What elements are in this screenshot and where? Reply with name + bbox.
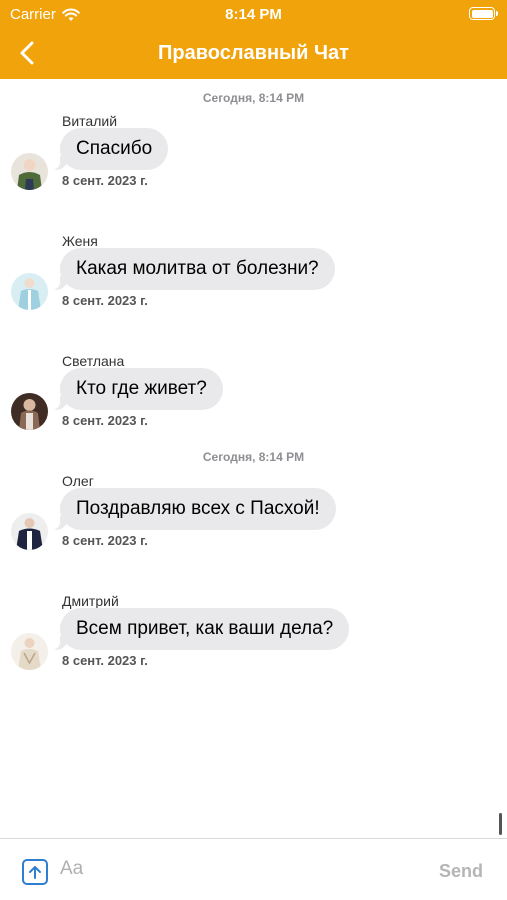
- chat-list[interactable]: Сегодня, 8:14 PM Виталий Спасибо 8 сент.…: [0, 79, 507, 838]
- message-row: Дмитрий Всем привет, как ваши дела? 8 се…: [0, 593, 507, 683]
- message-timestamp: 8 сент. 2023 г.: [62, 533, 148, 548]
- page-title: Православный Чат: [158, 42, 349, 64]
- input-bar: Send: [0, 838, 507, 900]
- upload-arrow-icon: [29, 866, 41, 879]
- sender-name: Дмитрий: [62, 593, 119, 609]
- avatar[interactable]: [11, 273, 48, 310]
- message-bubble[interactable]: Кто где живет?: [50, 368, 223, 410]
- message-row: Женя Какая молитва от болезни? 8 сент. 2…: [0, 233, 507, 323]
- date-separator: Сегодня, 8:14 PM: [202, 91, 305, 105]
- message-bubble[interactable]: Спасибо: [49, 128, 169, 170]
- avatar[interactable]: [11, 153, 48, 190]
- status-time: 8:14 PM: [225, 6, 282, 23]
- message-row: Олег Поздравляю всех с Пасхой! 8 сент. 2…: [0, 473, 507, 563]
- message-bubble[interactable]: Какая молитва от болезни?: [50, 248, 335, 290]
- date-separator: Сегодня, 8:14 PM: [202, 450, 305, 464]
- message-timestamp: 8 сент. 2023 г.: [62, 413, 148, 428]
- message-timestamp: 8 сент. 2023 г.: [62, 173, 148, 188]
- message-row: Светлана Кто где живет? 8 сент. 2023 г.: [0, 353, 507, 443]
- message-timestamp: 8 сент. 2023 г.: [62, 293, 148, 308]
- status-bar: Carrier 8:14 PM: [0, 0, 507, 30]
- chevron-left-icon: [20, 41, 34, 65]
- top-bar: Carrier 8:14 PM Православный Чат: [0, 0, 507, 79]
- message-row: Виталий Спасибо 8 сент. 2023 г.: [0, 113, 507, 203]
- scroll-indicator[interactable]: [499, 813, 502, 835]
- avatar[interactable]: [11, 513, 48, 550]
- send-button[interactable]: Send: [439, 861, 483, 882]
- nav-bar: Православный Чат: [0, 30, 507, 79]
- sender-name: Олег: [62, 473, 94, 489]
- message-input[interactable]: [60, 849, 400, 889]
- message-bubble[interactable]: Поздравляю всех с Пасхой!: [50, 488, 336, 530]
- avatar[interactable]: [11, 393, 48, 430]
- sender-name: Женя: [62, 233, 98, 249]
- attach-button[interactable]: [22, 859, 48, 885]
- avatar[interactable]: [11, 633, 48, 670]
- message-bubble[interactable]: Всем привет, как ваши дела?: [49, 608, 350, 650]
- sender-name: Светлана: [62, 353, 125, 369]
- message-timestamp: 8 сент. 2023 г.: [62, 653, 148, 668]
- sender-name: Виталий: [62, 113, 118, 129]
- back-button[interactable]: [10, 36, 44, 70]
- battery-icon: [469, 7, 498, 20]
